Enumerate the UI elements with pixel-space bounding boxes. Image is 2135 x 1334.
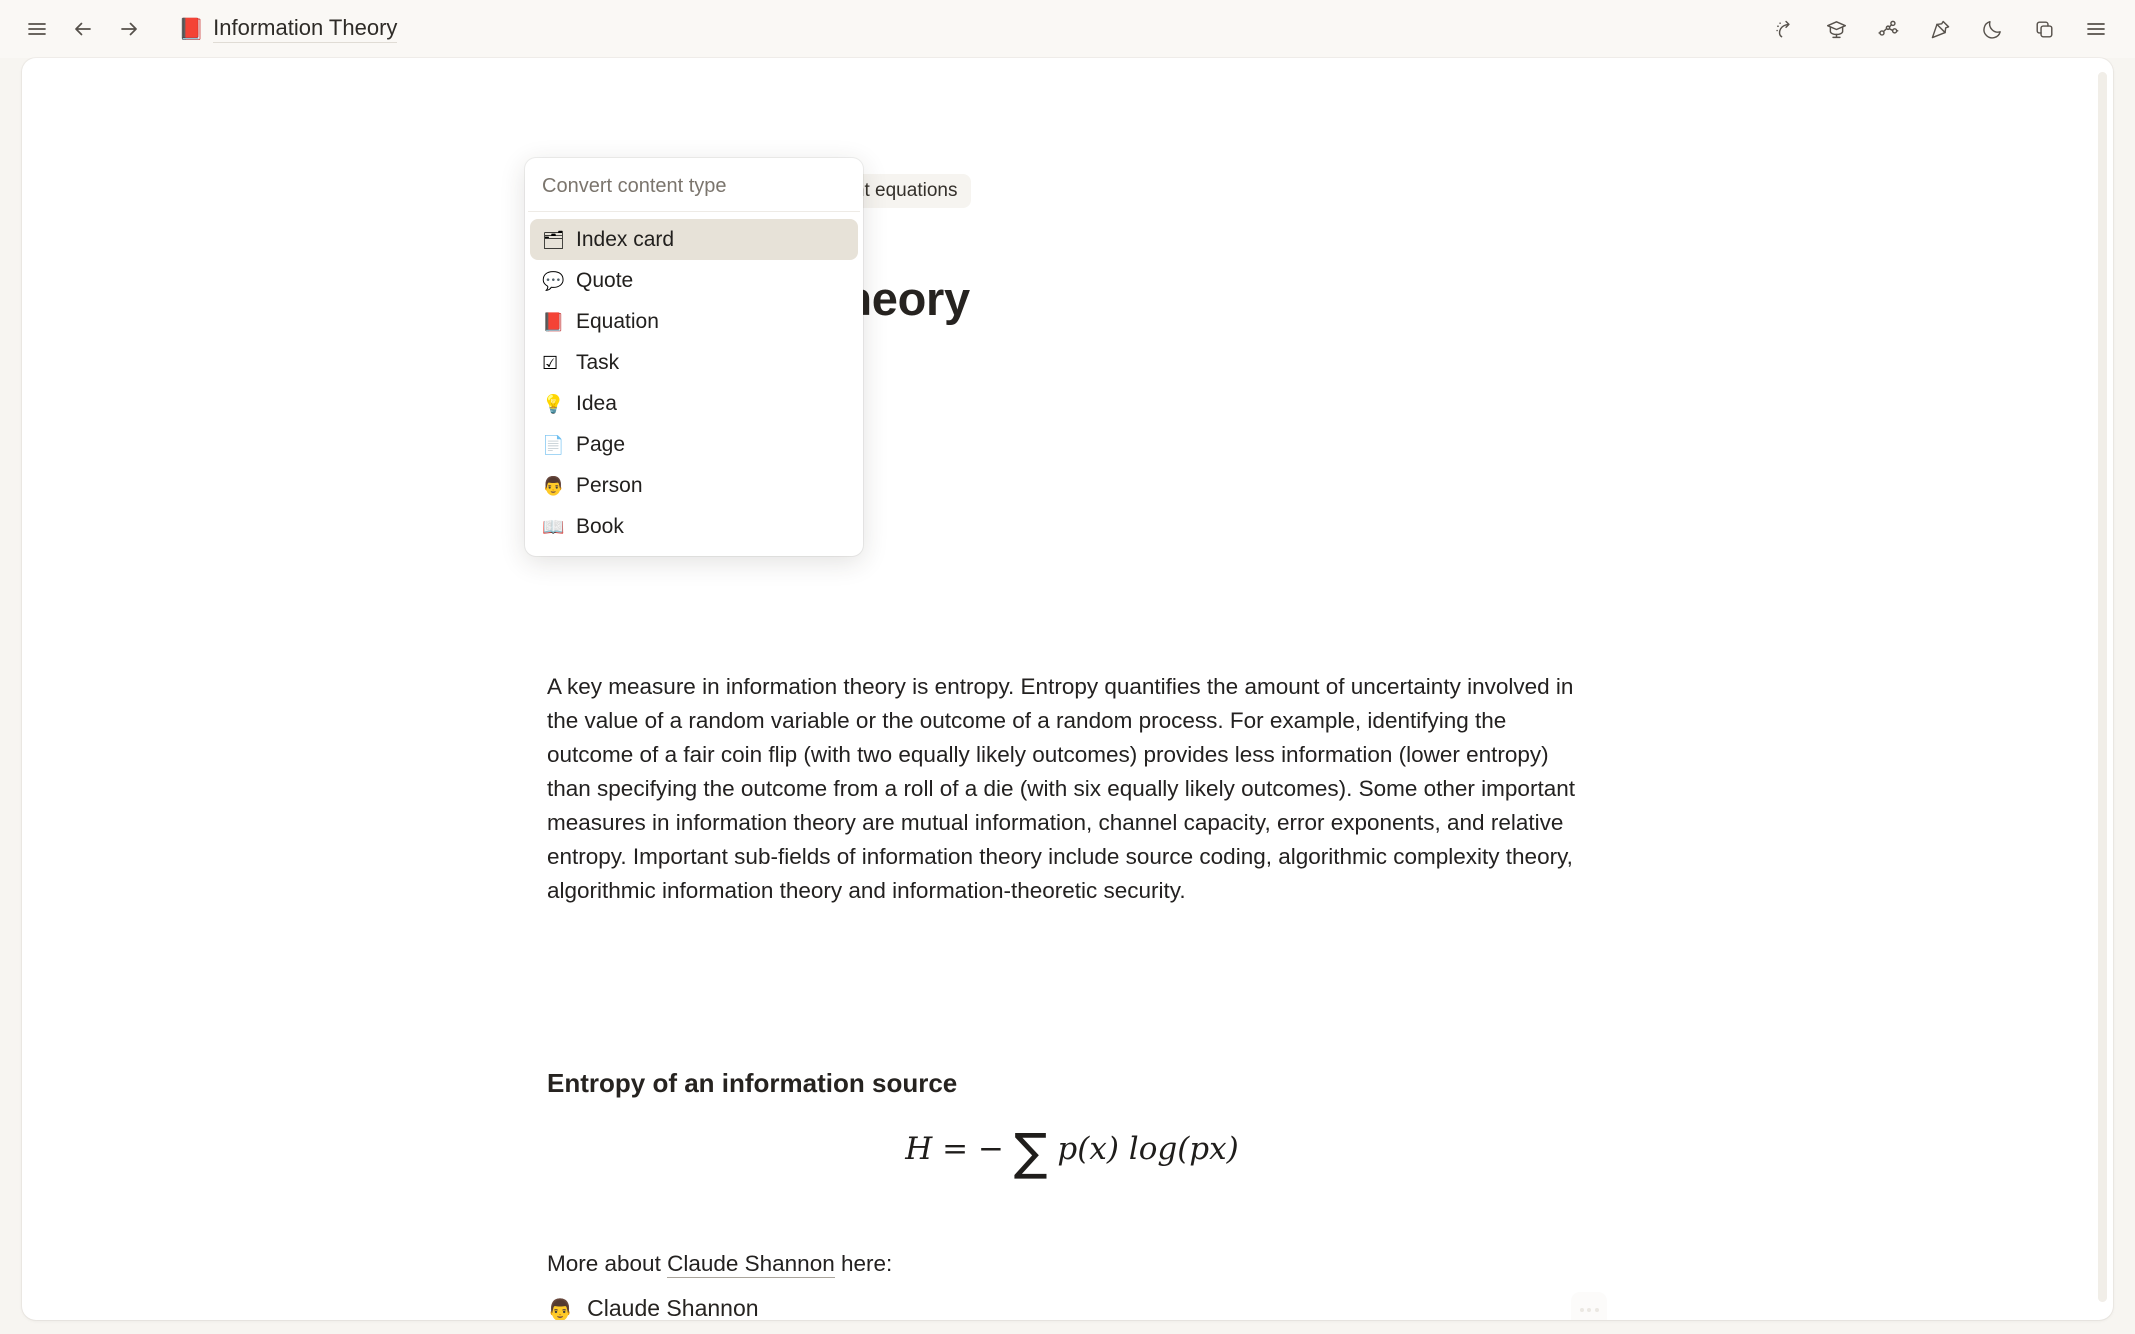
magic-wand-icon[interactable] xyxy=(1761,9,1807,49)
equation-equals: = xyxy=(942,1131,969,1167)
arrow-right-icon[interactable] xyxy=(106,9,152,49)
index-card-icon: 🗂 xyxy=(542,229,565,250)
dropdown-item-label: Quote xyxy=(576,268,634,292)
document-panel: 📕 EQUATION 👉 Important equations Informa… xyxy=(22,58,2113,1320)
copy-icon[interactable] xyxy=(2021,9,2067,49)
convert-content-type-dropdown: 🗂 Index card 💬 Quote 📕 Equation ☑ Task 💡… xyxy=(525,158,863,556)
document-emoji: 📕 xyxy=(178,17,205,41)
top-bar: 📕 Information Theory xyxy=(0,0,2135,58)
light-bulb-icon: 💡 xyxy=(542,393,565,414)
dropdown-item-label: Page xyxy=(576,432,626,456)
top-bar-right xyxy=(1761,9,2135,49)
dropdown-item-book[interactable]: 📖 Book xyxy=(530,506,858,547)
vertical-scrollbar[interactable] xyxy=(2098,72,2107,1302)
dropdown-item-equation[interactable]: 📕 Equation xyxy=(530,301,858,342)
body-paragraph: A key measure in information theory is e… xyxy=(547,674,1575,903)
speech-balloon-icon: 💬 xyxy=(542,270,565,291)
document-title[interactable]: 📕 Information Theory xyxy=(178,15,398,43)
person-reference-row[interactable]: 👨 Claude Shannon xyxy=(547,1290,1607,1320)
dropdown-item-label: Person xyxy=(576,473,643,497)
arrow-left-icon[interactable] xyxy=(60,9,106,49)
dropdown-item-label: Idea xyxy=(576,391,617,415)
checkbox-icon: ☑ xyxy=(542,352,559,373)
dropdown-item-idea[interactable]: 💡 Idea xyxy=(530,383,858,424)
moon-icon[interactable] xyxy=(1969,9,2015,49)
dropdown-item-person[interactable]: 👨 Person xyxy=(530,465,858,506)
hamburger-menu-icon[interactable] xyxy=(14,9,60,49)
scrollbar-thumb[interactable] xyxy=(2098,72,2107,1302)
dropdown-item-task[interactable]: ☑ Task xyxy=(530,342,858,383)
equation-rhs: p(x) log(px) xyxy=(1057,1131,1239,1167)
ellipsis-dot xyxy=(1594,1308,1599,1312)
dropdown-item-quote[interactable]: 💬 Quote xyxy=(530,260,858,301)
more-about-line: More about Claude Shannon here: xyxy=(547,1251,893,1278)
dropdown-item-label: Equation xyxy=(576,309,659,333)
dropdown-item-list: 🗂 Index card 💬 Quote 📕 Equation ☑ Task 💡… xyxy=(525,219,863,547)
ellipsis-dot xyxy=(1579,1308,1584,1312)
summation-icon: ∑ xyxy=(1013,1123,1048,1181)
pin-icon[interactable] xyxy=(1917,9,1963,49)
top-bar-left: 📕 Information Theory xyxy=(0,9,398,49)
equation-minus: − xyxy=(978,1131,1004,1167)
open-book-icon: 📖 xyxy=(542,516,565,537)
person-reference-name[interactable]: Claude Shannon xyxy=(587,1295,758,1320)
section-heading: Entropy of an information source xyxy=(547,1068,958,1098)
more-about-prefix: More about xyxy=(547,1251,668,1276)
dropdown-search-row xyxy=(528,165,860,212)
person-icon: 👨 xyxy=(547,1298,574,1321)
convert-content-type-input[interactable] xyxy=(542,175,846,198)
dropdown-item-index-card[interactable]: 🗂 Index card xyxy=(530,219,858,260)
dropdown-item-label: Index card xyxy=(576,227,675,251)
options-menu-icon[interactable] xyxy=(2073,9,2119,49)
page-document-icon: 📄 xyxy=(542,434,565,455)
equation-block[interactable]: H = − ∑ p(x) log(px) xyxy=(547,1123,1597,1181)
red-book-icon: 📕 xyxy=(542,311,565,332)
dropdown-item-page[interactable]: 📄 Page xyxy=(530,424,858,465)
graduation-cap-icon[interactable] xyxy=(1813,9,1859,49)
ellipsis-dot xyxy=(1587,1308,1591,1312)
graph-network-icon[interactable] xyxy=(1865,9,1911,49)
dropdown-item-label: Book xyxy=(576,514,624,538)
document-title-text: Information Theory xyxy=(213,15,398,43)
equation-lhs: H xyxy=(905,1131,933,1167)
person-face-icon: 👨 xyxy=(542,475,565,496)
ellipsis-icon[interactable] xyxy=(1571,1292,1607,1320)
dropdown-item-label: Task xyxy=(576,350,620,374)
more-about-link[interactable]: Claude Shannon xyxy=(667,1251,835,1278)
more-about-suffix: here: xyxy=(834,1251,893,1276)
